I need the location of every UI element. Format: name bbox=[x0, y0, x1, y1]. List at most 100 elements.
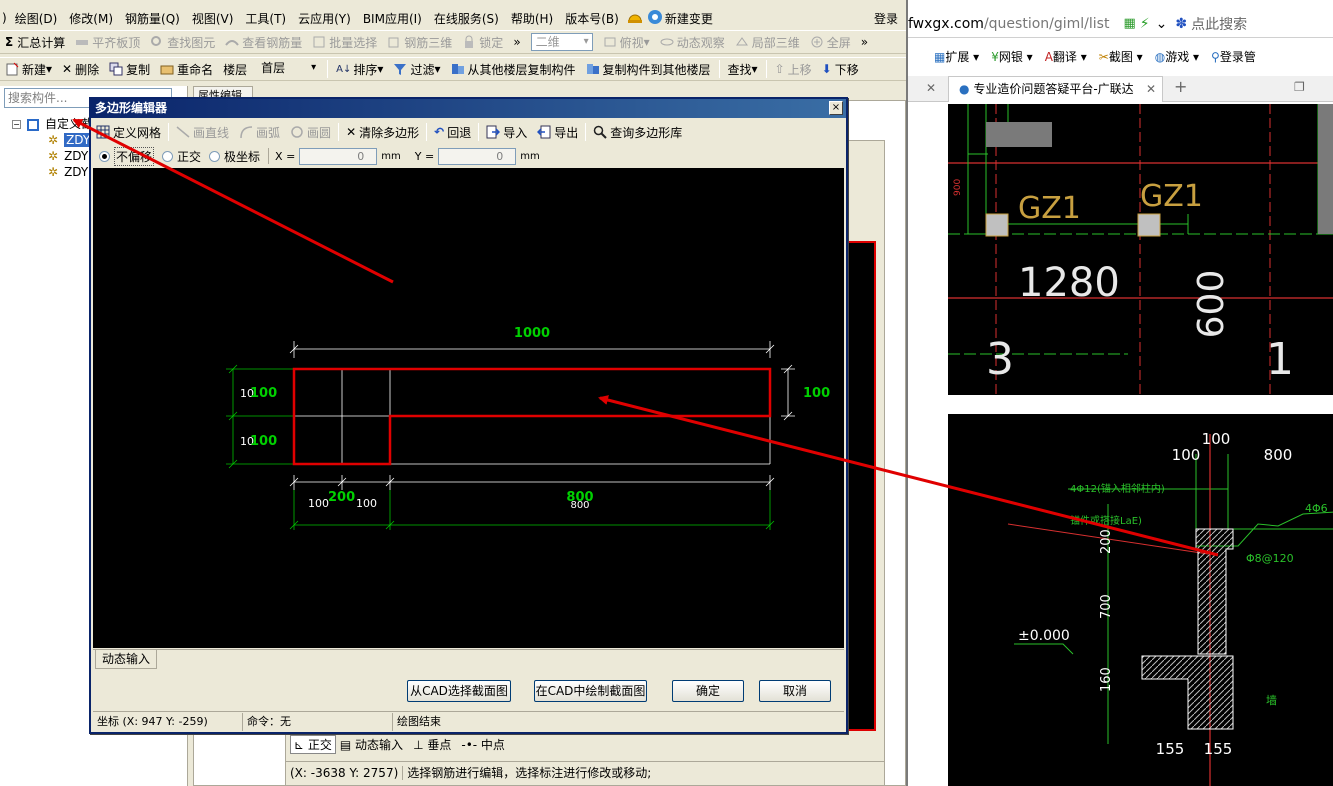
menu-view[interactable]: 视图(V) bbox=[186, 10, 240, 27]
draw-circle-button[interactable]: 画圆 bbox=[285, 124, 336, 141]
x-input[interactable]: 0 bbox=[299, 147, 378, 165]
menu-online[interactable]: 在线服务(S) bbox=[428, 10, 505, 27]
menu-bim[interactable]: BIM应用(I) bbox=[357, 10, 428, 27]
sum-button[interactable]: Σ 汇总计算 bbox=[0, 31, 70, 53]
separator-5 bbox=[585, 123, 587, 141]
y-input[interactable]: 0 bbox=[438, 147, 517, 165]
clear-polygon-button[interactable]: ✕ 清除多边形 bbox=[341, 124, 424, 141]
browser-window: fwxgx.com/question/giml/list ▦ ⚡ ⌄ ✽ 点此搜… bbox=[906, 0, 1333, 786]
lightning-icon[interactable]: ⚡ bbox=[1140, 16, 1150, 32]
delete-button[interactable]: ✕ 删除 bbox=[57, 58, 104, 80]
more-chevron-icon-2[interactable]: » bbox=[856, 31, 873, 53]
define-grid-button[interactable]: 定义网格 bbox=[91, 124, 166, 141]
bookmark-games[interactable]: ◍游戏 ▾ bbox=[1155, 48, 1199, 65]
tree-root[interactable]: − 自定义截 bbox=[12, 116, 93, 132]
qr-icon[interactable]: ▦ bbox=[1123, 16, 1135, 31]
restore-icon[interactable]: ❐ bbox=[1294, 80, 1305, 94]
menu-bar: ) 绘图(D) 修改(M) 钢筋量(Q) 视图(V) 工具(T) 云应用(Y) … bbox=[0, 7, 906, 29]
menu-draw[interactable]: 绘图(D) bbox=[9, 10, 64, 27]
menu-tools[interactable]: 工具(T) bbox=[239, 10, 292, 27]
browser-tab-active[interactable]: ● 专业造价问题答疑平台-广联达 ✕ bbox=[948, 76, 1163, 102]
menu-version[interactable]: 版本号(B) bbox=[559, 10, 625, 27]
menu-new-change[interactable]: 新建变更 bbox=[665, 10, 719, 27]
browser-search-input[interactable]: 点此搜索 bbox=[1191, 14, 1247, 34]
filter-button[interactable]: 过滤 ▾ bbox=[388, 58, 445, 80]
local-3d-button[interactable]: 局部三维 bbox=[730, 31, 805, 53]
orbit-icon bbox=[660, 35, 674, 49]
select-from-cad-button[interactable]: 从CAD选择截面图 bbox=[407, 680, 511, 702]
draw-line-button[interactable]: 画直线 bbox=[171, 124, 234, 141]
move-down-button[interactable]: ⬇ 下移 bbox=[817, 58, 864, 80]
new-button[interactable]: 新建 ▾ bbox=[0, 58, 57, 80]
ortho-radio[interactable] bbox=[162, 150, 174, 162]
scissors-icon: ✂ bbox=[1098, 49, 1109, 64]
dim-right-label: 100 bbox=[803, 386, 830, 401]
cancel-button[interactable]: 取消 bbox=[759, 680, 831, 702]
ok-button[interactable]: 确定 bbox=[672, 680, 744, 702]
tab-close-left[interactable]: ✕ bbox=[926, 81, 936, 95]
mid-snap[interactable]: -•- 中点 bbox=[461, 736, 505, 753]
find-element-button[interactable]: 查找图元 bbox=[145, 31, 220, 53]
align-slab-button[interactable]: 平齐板顶 bbox=[70, 31, 145, 53]
site-favicon-icon: ● bbox=[959, 82, 970, 96]
batch-select-button[interactable]: 批量选择 bbox=[307, 31, 382, 53]
export-button[interactable]: 导出 bbox=[532, 124, 583, 141]
line-icon bbox=[176, 125, 190, 139]
dropdown-chevron-icon[interactable]: ⌄ bbox=[1156, 16, 1168, 32]
copy-from-floor-button[interactable]: 从其他楼层复制构件 bbox=[446, 58, 581, 80]
sort-icon: A↓ bbox=[336, 63, 352, 75]
ortho-toggle[interactable]: ⊾ 正交 bbox=[290, 734, 336, 754]
find-button[interactable]: 查找 ▾ bbox=[723, 58, 763, 80]
polar-radio[interactable] bbox=[209, 150, 221, 162]
menu-login[interactable]: 登录 bbox=[868, 10, 906, 27]
tree-item-1[interactable]: ✲ ZDY bbox=[48, 132, 93, 148]
new-tab-button[interactable]: + bbox=[1174, 77, 1187, 96]
draw-arc-button[interactable]: 画弧 bbox=[234, 124, 285, 141]
left-dim-line bbox=[226, 364, 294, 469]
dynamic-input-tab[interactable]: 动态输入 bbox=[95, 650, 158, 669]
tree-item-3[interactable]: ✲ ZDY bbox=[48, 164, 88, 180]
bookmark-bar: ▦扩展 ▾ ¥网银 ▾ A翻译 ▾ ✂截图 ▾ ◍游戏 ▾ ⚲登录管 bbox=[908, 44, 1333, 68]
import-button[interactable]: 导入 bbox=[481, 124, 532, 141]
view-2d-combo[interactable]: 二维 bbox=[526, 31, 598, 53]
tree-item-2[interactable]: ✲ ZDY bbox=[48, 148, 88, 164]
menu-modify[interactable]: 修改(M) bbox=[63, 10, 119, 27]
orbit-button[interactable]: 动态观察 bbox=[655, 31, 730, 53]
query-library-button[interactable]: 查询多边形库 bbox=[588, 124, 687, 141]
sort-button[interactable]: A↓ 排序 ▾ bbox=[331, 58, 388, 80]
copy-to-floor-button[interactable]: 复制构件到其他楼层 bbox=[581, 58, 716, 80]
draw-in-cad-button[interactable]: 在CAD中绘制截面图 bbox=[534, 680, 647, 702]
menu-cloud[interactable]: 云应用(Y) bbox=[292, 10, 357, 27]
floor-select[interactable]: 首层 bbox=[252, 58, 324, 80]
dyn-input-toggle[interactable]: ▤ 动态输入 bbox=[340, 736, 403, 753]
wall-note: 墙 bbox=[1266, 693, 1277, 707]
copy-button[interactable]: 复制 bbox=[104, 58, 155, 80]
view-rebar-button[interactable]: 查看钢筋量 bbox=[220, 31, 307, 53]
no-offset-radio[interactable] bbox=[99, 150, 110, 162]
bookmark-login[interactable]: ⚲登录管 bbox=[1211, 48, 1256, 65]
polygon-canvas[interactable]: 1000 100 10 100 10 100 100 200 100 800 8… bbox=[93, 168, 844, 648]
menu-rebar[interactable]: 钢筋量(Q) bbox=[119, 10, 186, 27]
bookmark-bank[interactable]: ¥网银 ▾ bbox=[991, 48, 1033, 65]
more-chevron-icon[interactable]: » bbox=[508, 31, 525, 53]
fullscreen-button[interactable]: 全屏 bbox=[805, 31, 856, 53]
tab-close-icon[interactable]: ✕ bbox=[1146, 77, 1156, 101]
rename-button[interactable]: 重命名 bbox=[155, 58, 218, 80]
perp-snap[interactable]: ⊥ 垂点 bbox=[413, 736, 451, 753]
move-up-button[interactable]: ⇧ 上移 bbox=[770, 58, 817, 80]
bookmark-translate[interactable]: A翻译 ▾ bbox=[1045, 48, 1087, 65]
bookmark-screenshot[interactable]: ✂截图 ▾ bbox=[1099, 48, 1143, 65]
undo-button[interactable]: ↶ 回退 bbox=[429, 124, 476, 141]
lock-button[interactable]: 锁定 bbox=[457, 31, 508, 53]
cad-section-drawing: 100 100 800 4Φ12(锚入相邻柱内) 锚件或搭接LaE) 4Φ6 Φ… bbox=[1007, 430, 1333, 786]
rebar-3d-button[interactable]: 钢筋三维 bbox=[382, 31, 457, 53]
close-button[interactable]: × bbox=[829, 101, 843, 115]
gamepad-icon: ◍ bbox=[1154, 49, 1166, 64]
top-view-button[interactable]: 俯视 ▾ bbox=[598, 31, 655, 53]
address-bar[interactable]: fwxgx.com/question/giml/list ▦ ⚡ ⌄ ✽ 点此搜… bbox=[908, 10, 1333, 38]
gear-icon: ✲ bbox=[48, 133, 59, 147]
menu-help[interactable]: 帮助(H) bbox=[505, 10, 559, 27]
collapse-icon[interactable]: − bbox=[12, 120, 21, 129]
x-unit: mm bbox=[381, 150, 401, 162]
bookmark-extensions[interactable]: ▦扩展 ▾ bbox=[934, 48, 979, 65]
